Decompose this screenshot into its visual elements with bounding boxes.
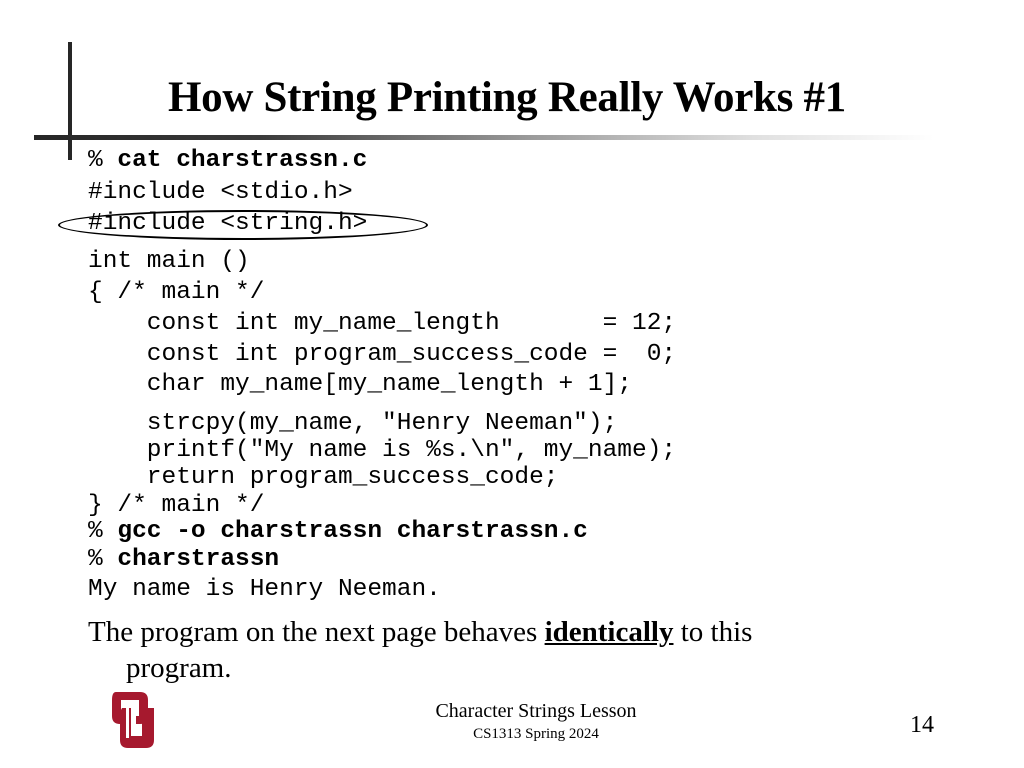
- highlight-ellipse: [58, 210, 428, 240]
- code-line-include-stdio: #include <stdio.h>: [88, 179, 353, 206]
- bullet-text-before: The program on the next page behaves: [88, 616, 545, 648]
- emphasis-identically: identically: [544, 616, 674, 648]
- program-output: My name is Henry Neeman.: [88, 576, 441, 603]
- code-line-open-brace: { /* main */: [88, 279, 265, 306]
- bullet-text: The program on the next page behaves ide…: [88, 614, 908, 686]
- code-line-close-brace: } /* main */: [88, 492, 265, 519]
- page-number: 14: [910, 712, 934, 738]
- code-line-name-length: const int my_name_length = 12;: [88, 310, 677, 337]
- code-line-char-array: char my_name[my_name_length + 1];: [88, 371, 632, 398]
- code-line-run: % charstrassn: [88, 546, 279, 574]
- code-line-strcpy: strcpy(my_name, "Henry Neeman");: [88, 410, 618, 437]
- code-line-printf: printf("My name is %s.\n", my_name);: [88, 437, 677, 464]
- code-line-success-code: const int program_success_code = 0;: [88, 341, 677, 368]
- ou-logo-icon: [112, 692, 154, 748]
- shell-command: cat charstrassn.c: [117, 147, 368, 174]
- shell-prompt: %: [88, 518, 118, 545]
- bullet-text-continuation: program.: [126, 652, 232, 684]
- title-vertical-rule: [68, 42, 72, 160]
- bullet-text-after: to this: [673, 616, 753, 648]
- code-line-gcc: % gcc -o charstrassn charstrassn.c: [88, 518, 588, 546]
- shell-command: gcc -o charstrassn charstrassn.c: [117, 518, 588, 545]
- slide-title: How String Printing Really Works #1: [168, 74, 846, 121]
- code-line-main-decl: int main (): [88, 248, 250, 275]
- shell-prompt: %: [88, 546, 118, 573]
- code-line-cat: % cat charstrassn.c: [88, 147, 367, 175]
- shell-command: charstrassn: [117, 546, 280, 573]
- code-line-return: return program_success_code;: [88, 464, 559, 491]
- footer-course: CS1313 Spring 2024: [473, 726, 599, 742]
- shell-prompt: %: [88, 147, 118, 174]
- footer-lesson-title: Character Strings Lesson: [435, 700, 637, 722]
- title-horizontal-rule: [34, 135, 934, 140]
